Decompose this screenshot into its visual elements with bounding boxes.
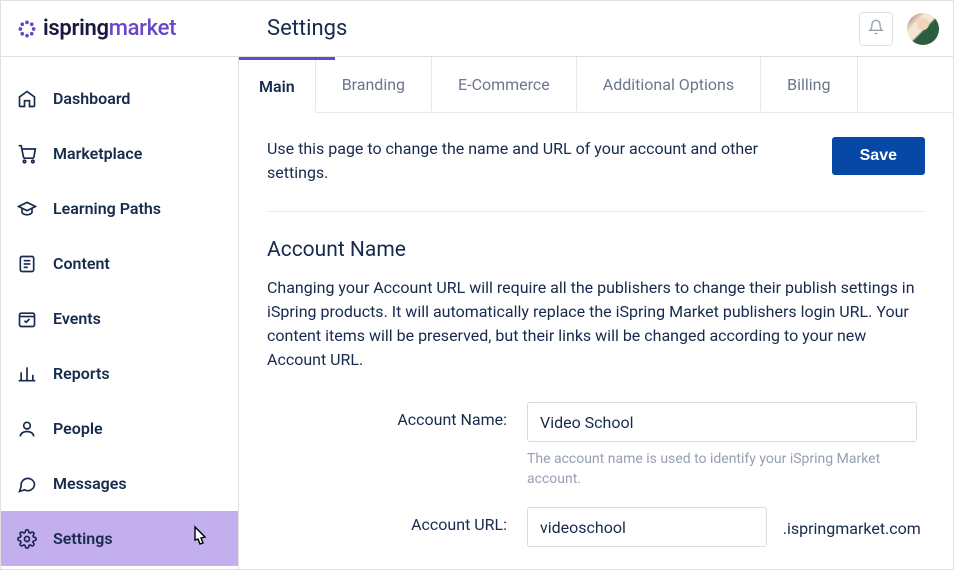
sidebar-item-people[interactable]: People [1, 401, 238, 456]
sidebar-item-events[interactable]: Events [1, 291, 238, 346]
sidebar-item-label: Dashboard [53, 89, 130, 108]
cursor-icon [188, 524, 210, 554]
tab-branding[interactable]: Branding [315, 57, 432, 111]
account-url-label: Account URL: [267, 507, 527, 534]
tab-ecommerce[interactable]: E-Commerce [432, 57, 577, 111]
sidebar-item-learning-paths[interactable]: Learning Paths [1, 181, 238, 236]
account-url-input[interactable] [527, 507, 767, 547]
section-description: Changing your Account URL will require a… [267, 276, 925, 372]
account-url-suffix: .ispringmarket.com [783, 519, 921, 538]
sidebar-item-label: Marketplace [53, 144, 142, 163]
sidebar-item-label: Settings [53, 529, 113, 548]
message-icon [17, 474, 43, 494]
sidebar: Dashboard Marketplace Learning Paths Con… [1, 57, 239, 569]
brand-icon [17, 19, 37, 39]
sidebar-item-content[interactable]: Content [1, 236, 238, 291]
content-area: Main Branding E-Commerce Additional Opti… [239, 57, 953, 569]
account-name-hint: The account name is used to identify you… [527, 450, 917, 489]
divider [267, 211, 925, 212]
sidebar-item-label: People [53, 419, 103, 438]
sidebar-item-label: Messages [53, 474, 127, 493]
brand-logo[interactable]: ispring market [1, 16, 239, 41]
account-name-label: Account Name: [267, 402, 527, 429]
sidebar-item-messages[interactable]: Messages [1, 456, 238, 511]
brand-text-market: market [109, 16, 176, 41]
tab-billing[interactable]: Billing [761, 57, 857, 111]
sidebar-item-label: Events [53, 309, 101, 328]
gear-icon [17, 529, 43, 549]
sidebar-item-label: Content [53, 254, 110, 273]
avatar[interactable] [907, 13, 939, 45]
sidebar-item-dashboard[interactable]: Dashboard [1, 71, 238, 126]
sidebar-item-reports[interactable]: Reports [1, 346, 238, 401]
barchart-icon [17, 364, 43, 384]
topbar: ispring market Settings [1, 1, 953, 57]
intro-text: Use this page to change the name and URL… [267, 137, 787, 185]
tab-label: Branding [342, 75, 405, 94]
person-icon [17, 419, 43, 439]
section-heading-account-name: Account Name [267, 238, 925, 262]
tab-label: Main [259, 77, 295, 96]
home-icon [17, 89, 43, 109]
cart-icon [17, 144, 43, 164]
tab-label: Billing [787, 75, 830, 94]
sidebar-item-label: Learning Paths [53, 199, 161, 218]
graduation-icon [17, 199, 43, 219]
tabs: Main Branding E-Commerce Additional Opti… [239, 57, 953, 113]
document-icon [17, 254, 43, 274]
sidebar-item-label: Reports [53, 364, 110, 383]
bell-icon [868, 19, 884, 39]
tab-additional-options[interactable]: Additional Options [577, 57, 761, 111]
calendar-icon [17, 309, 43, 329]
tab-label: E-Commerce [458, 75, 550, 94]
notifications-button[interactable] [859, 12, 893, 46]
sidebar-item-settings[interactable]: Settings [1, 511, 238, 566]
save-button[interactable]: Save [832, 137, 925, 175]
account-name-input[interactable] [527, 402, 917, 442]
sidebar-item-marketplace[interactable]: Marketplace [1, 126, 238, 181]
tab-label: Additional Options [603, 75, 734, 94]
page-title: Settings [239, 16, 859, 41]
brand-text-ispring: ispring [43, 16, 109, 41]
tab-main[interactable]: Main [239, 60, 315, 113]
